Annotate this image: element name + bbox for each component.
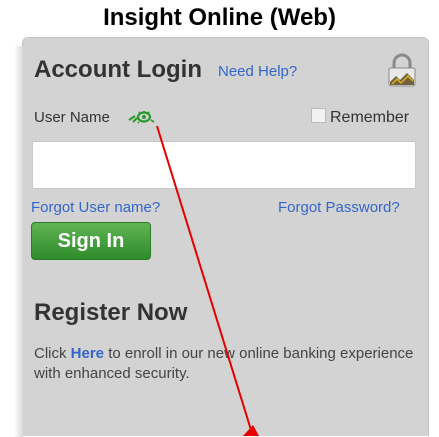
annotation-arrow	[156, 125, 259, 436]
